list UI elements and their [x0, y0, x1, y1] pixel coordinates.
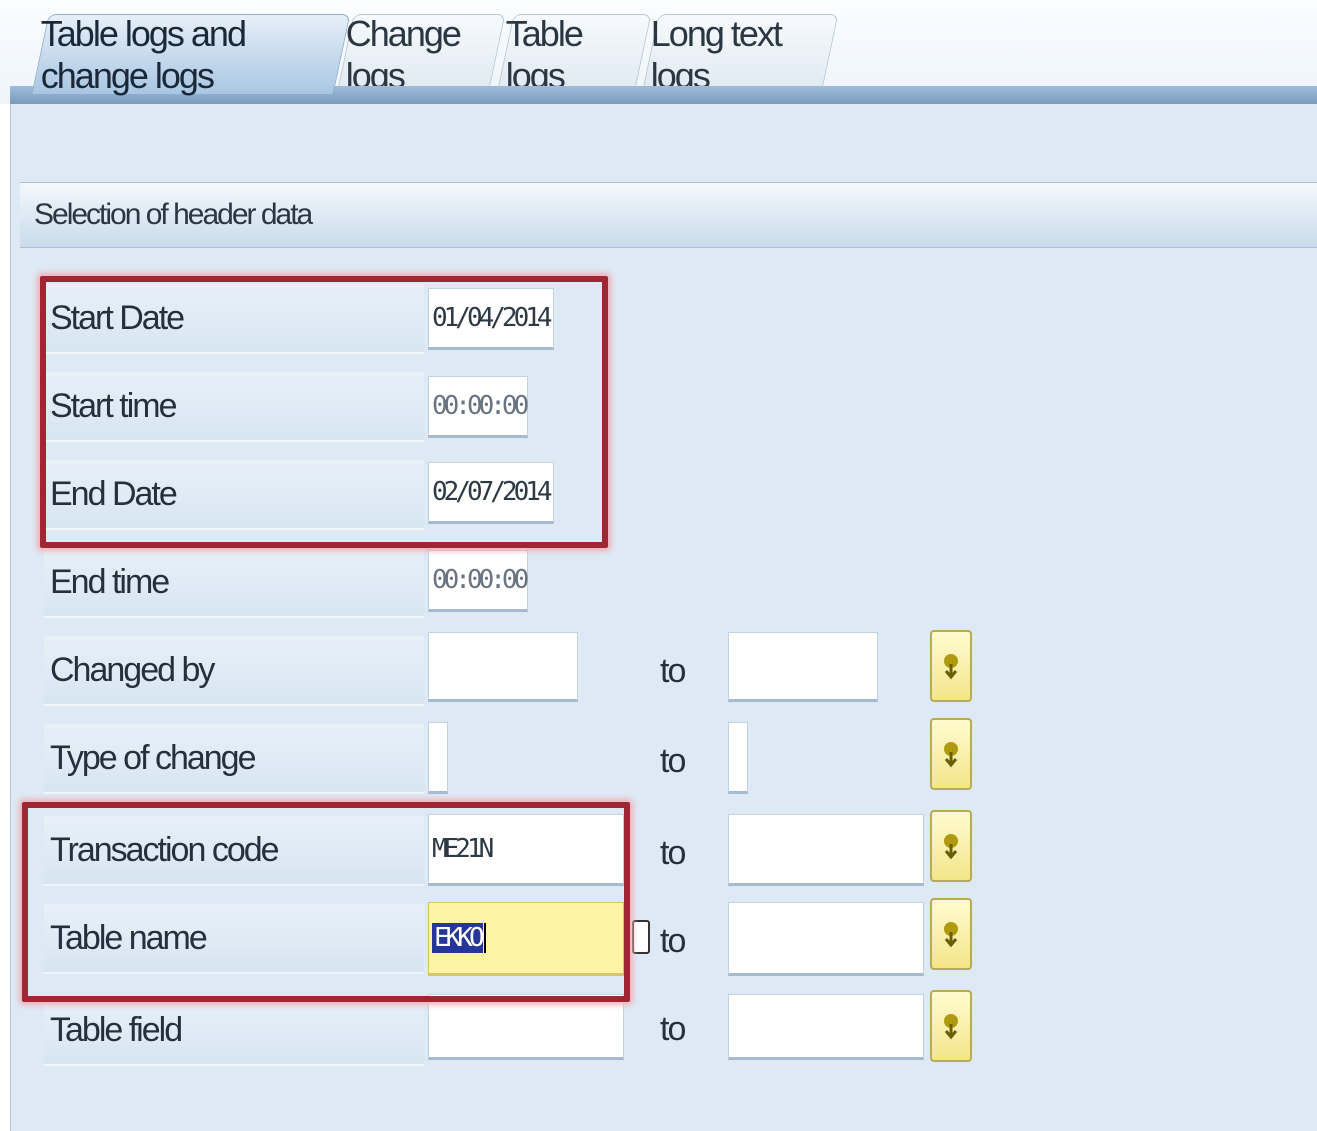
tab-label: Table logs [505, 12, 582, 96]
changed-by-multiple-selection-button[interactable] [930, 630, 972, 702]
table-name-to-label: to [660, 922, 686, 960]
end-date-label: End Date [44, 460, 424, 530]
transaction-code-to-field[interactable] [728, 814, 924, 886]
multiple-selection-arrow-icon [944, 834, 958, 860]
tab-strip: Table logs and change logs Change logs T… [0, 0, 1317, 104]
type-of-change-from-field[interactable] [428, 722, 448, 794]
start-time-label: Start time [44, 372, 424, 442]
changed-by-from-field[interactable] [428, 632, 578, 702]
table-name-to-field[interactable] [728, 902, 924, 976]
table-name-checkbox[interactable] [632, 920, 650, 954]
table-field-to-field[interactable] [728, 994, 924, 1060]
type-of-change-label: Type of change [44, 724, 424, 794]
table-field-label: Table field [44, 996, 424, 1066]
table-field-to-label: to [660, 1010, 686, 1048]
start-time-field[interactable]: 00:00:00 [428, 376, 529, 438]
multiple-selection-arrow-icon [944, 742, 958, 768]
end-time-field[interactable]: 00:00:00 [428, 550, 529, 612]
table-name-multiple-selection-button[interactable] [930, 898, 972, 970]
transaction-code-to-label: to [660, 834, 686, 872]
tab-table-logs[interactable]: Table logs [496, 12, 652, 96]
end-time-label: End time [44, 548, 424, 618]
table-name-label: Table name [44, 904, 424, 974]
changed-by-label: Changed by [44, 636, 424, 706]
start-date-label: Start Date [44, 284, 424, 354]
tab-table-logs-and-change-logs[interactable]: Table logs and change logs [31, 12, 351, 96]
table-field-multiple-selection-button[interactable] [930, 990, 972, 1062]
tab-label: Change logs [345, 12, 461, 96]
multiple-selection-arrow-icon [944, 654, 958, 680]
tab-label: Long text logs [650, 12, 782, 96]
changed-by-to-field[interactable] [728, 632, 878, 702]
tab-change-logs[interactable]: Change logs [336, 12, 506, 96]
group-header: Selection of header data [20, 182, 1317, 248]
group-title: Selection of header data [34, 198, 313, 231]
multiple-selection-arrow-icon [944, 922, 958, 948]
table-name-from-field[interactable]: EKKO [428, 902, 624, 976]
changed-by-to-label: to [660, 652, 686, 690]
transaction-code-label: Transaction code [44, 816, 424, 886]
type-of-change-multiple-selection-button[interactable] [930, 718, 972, 790]
type-of-change-to-field[interactable] [728, 722, 748, 794]
transaction-code-multiple-selection-button[interactable] [930, 810, 972, 882]
start-date-field[interactable]: 01/04/2014 [428, 288, 554, 350]
multiple-selection-arrow-icon [944, 1014, 958, 1040]
end-date-field[interactable]: 02/07/2014 [428, 462, 554, 524]
type-of-change-to-label: to [660, 742, 686, 780]
table-field-from-field[interactable] [428, 994, 624, 1060]
transaction-code-from-field[interactable]: ME21N [428, 814, 624, 886]
tab-long-text-logs[interactable]: Long text logs [641, 12, 839, 96]
tab-label: Table logs and change logs [40, 12, 246, 96]
